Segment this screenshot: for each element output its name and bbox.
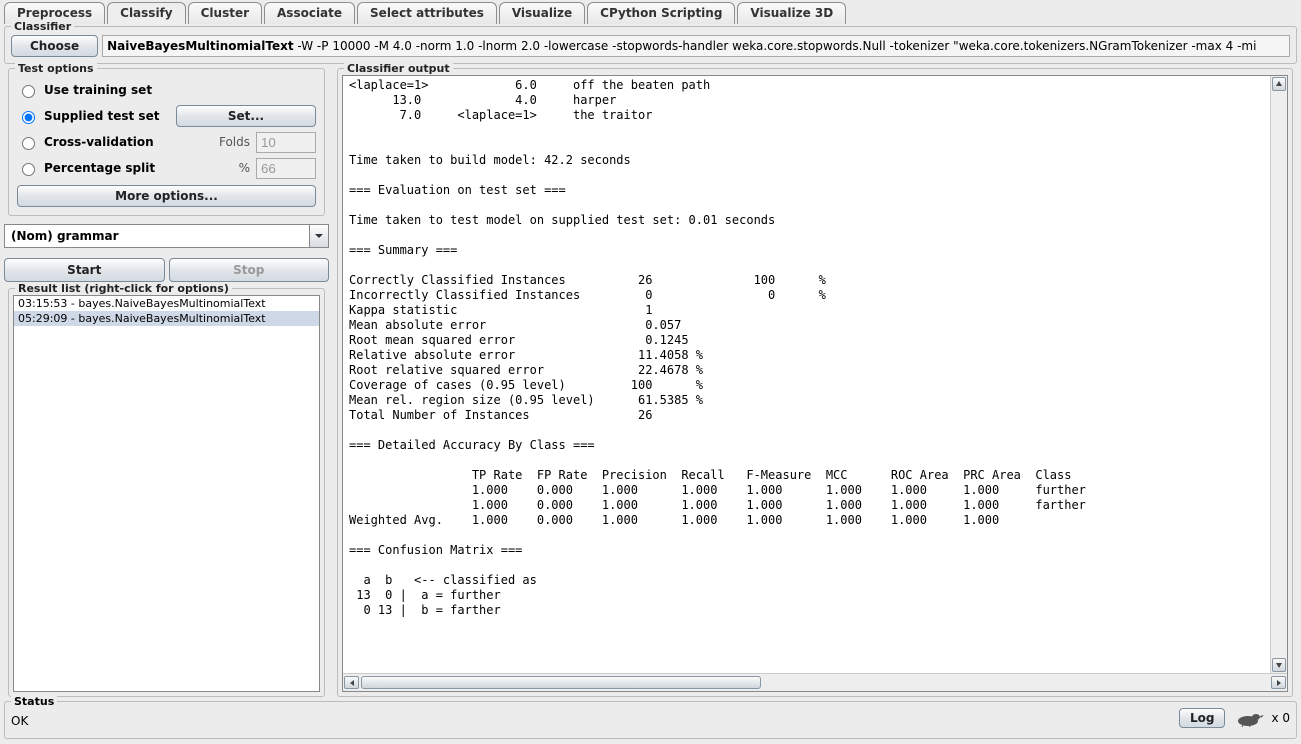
choose-button[interactable]: Choose [11,35,98,57]
result-list-group: Result list (right-click for options) 03… [8,288,325,697]
status-title: Status [11,695,57,708]
start-button[interactable]: Start [4,258,165,282]
log-button[interactable]: Log [1179,708,1225,728]
set-button[interactable]: Set... [176,105,316,127]
weka-bird-icon [1231,709,1265,727]
classifier-group-title: Classifier [11,20,74,33]
class-attribute-value: (Nom) grammar [4,224,309,248]
classifier-args: -W -P 10000 -M 4.0 -norm 1.0 -lnorm 2.0 … [294,39,1257,53]
scroll-up-icon[interactable] [1272,77,1286,91]
supplied-test-label: Supplied test set [44,109,159,123]
cv-radio[interactable] [22,137,35,150]
classifier-output-title: Classifier output [344,62,453,75]
status-bar: Status OK Log x 0 [4,701,1297,739]
classifier-output: <laplace=1> 6.0 off the beaten path 13.0… [342,75,1288,692]
result-list[interactable]: 03:15:53 - bayes.NaiveBayesMultinomialTe… [13,295,320,692]
scroll-thumb[interactable] [361,676,761,689]
test-options-group: Test options Use training set Supplied t… [8,68,325,216]
stop-button[interactable]: Stop [169,258,330,282]
tab-classify[interactable]: Classify [107,2,185,24]
supplied-test-radio[interactable] [22,111,35,124]
folds-input[interactable] [256,132,316,153]
pct-symbol: % [212,161,250,175]
test-options-title: Test options [15,62,97,75]
classifier-string[interactable]: NaiveBayesMultinomialText -W -P 10000 -M… [102,35,1290,57]
task-count: x 0 [1271,711,1290,725]
result-list-title: Result list (right-click for options) [15,282,232,295]
result-item[interactable]: 05:29:09 - bayes.NaiveBayesMultinomialTe… [14,311,319,326]
tab-associate[interactable]: Associate [264,2,355,24]
tab-cpython[interactable]: CPython Scripting [587,2,735,24]
more-options-button[interactable]: More options... [17,185,316,207]
scroll-right-icon[interactable] [1271,676,1286,689]
classifier-output-group: Classifier output <laplace=1> 6.0 off th… [337,68,1293,697]
status-text: OK [11,714,28,728]
vertical-scrollbar[interactable] [1270,76,1287,673]
tab-visualize[interactable]: Visualize [499,2,585,24]
chevron-down-icon[interactable] [309,224,329,248]
scroll-left-icon[interactable] [344,676,359,689]
tab-bar: Preprocess Classify Cluster Associate Se… [0,0,1301,24]
pct-input[interactable] [256,158,316,179]
classifier-output-text[interactable]: <laplace=1> 6.0 off the beaten path 13.0… [343,76,1287,673]
result-item[interactable]: 03:15:53 - bayes.NaiveBayesMultinomialTe… [14,296,319,311]
cv-label: Cross-validation [44,135,154,149]
tab-visualize3d[interactable]: Visualize 3D [737,2,846,24]
horizontal-scrollbar[interactable] [343,673,1287,691]
use-training-radio[interactable] [22,85,35,98]
scroll-down-icon[interactable] [1272,658,1286,672]
classifier-group: Classifier Choose NaiveBayesMultinomialT… [4,26,1297,64]
classifier-name: NaiveBayesMultinomialText [107,39,293,53]
use-training-label: Use training set [44,83,152,97]
pct-radio[interactable] [22,163,35,176]
tab-cluster[interactable]: Cluster [188,2,262,24]
class-attribute-combo[interactable]: (Nom) grammar [4,224,329,248]
tab-select-attributes[interactable]: Select attributes [357,2,497,24]
folds-label: Folds [212,135,250,149]
pct-label: Percentage split [44,161,155,175]
